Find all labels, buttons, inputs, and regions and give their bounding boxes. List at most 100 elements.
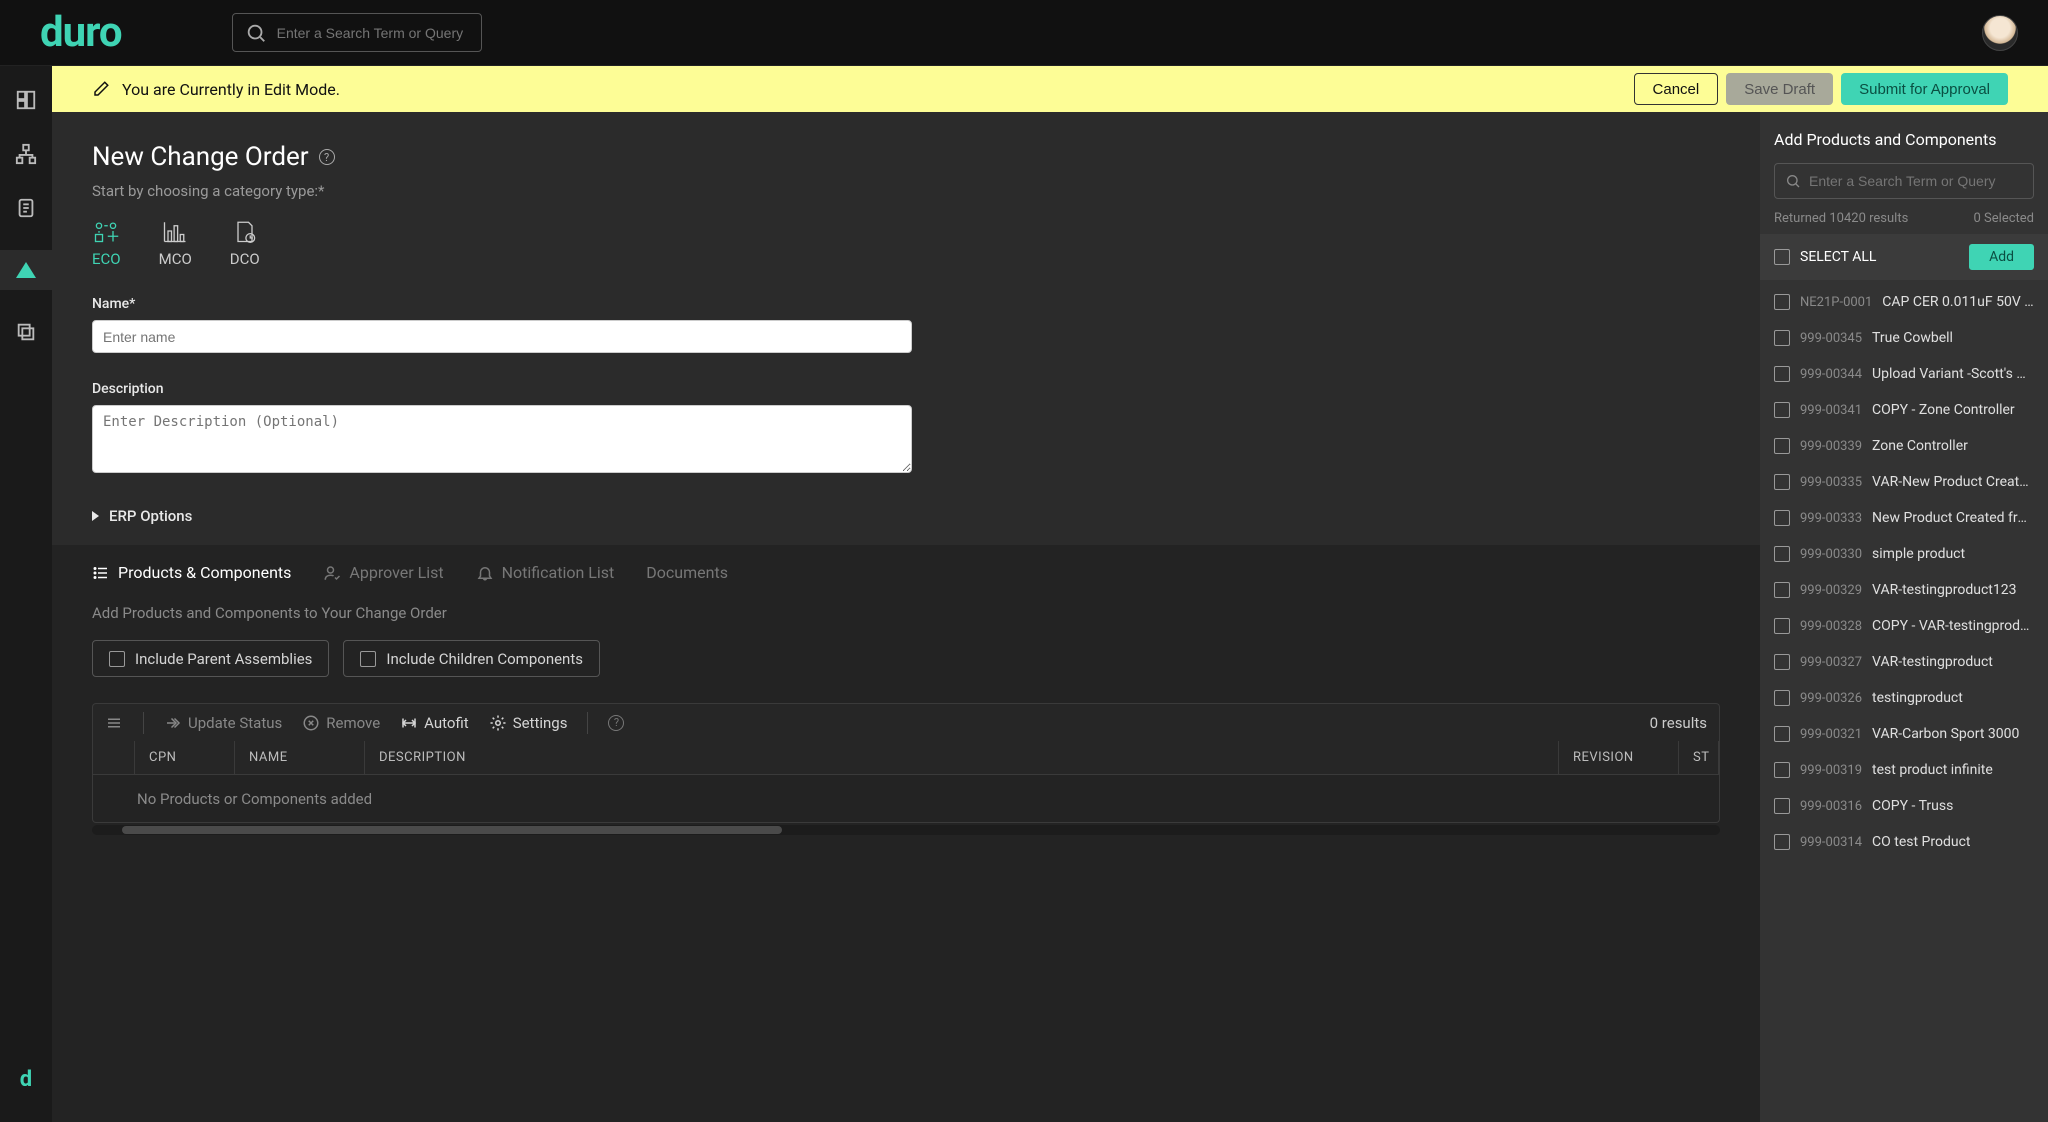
col-revision[interactable]: REVISION	[1559, 741, 1679, 774]
result-checkbox[interactable]	[1774, 762, 1790, 778]
tab-notification-list[interactable]: Notification List	[476, 563, 615, 582]
result-checkbox[interactable]	[1774, 834, 1790, 850]
rp-result-row[interactable]: 999-00328COPY - VAR-testingproduct	[1774, 608, 2034, 644]
category-eco[interactable]: ECO	[92, 218, 121, 268]
horizontal-scrollbar[interactable]	[92, 825, 1720, 835]
col-cpn[interactable]: CPN	[135, 741, 235, 774]
rp-result-row[interactable]: 999-00339Zone Controller	[1774, 428, 2034, 464]
result-checkbox[interactable]	[1774, 366, 1790, 382]
rp-select-all-row: SELECT ALL Add	[1760, 234, 2048, 280]
tab-documents-label: Documents	[646, 563, 728, 582]
avatar[interactable]	[1982, 15, 2018, 51]
grid-help-icon[interactable]: ?	[608, 715, 624, 731]
rp-result-row[interactable]: 999-00316COPY - Truss	[1774, 788, 2034, 824]
rp-result-row[interactable]: 999-00329VAR-testingproduct123	[1774, 572, 2034, 608]
mco-icon	[161, 218, 189, 244]
category-dco[interactable]: DCO	[230, 218, 260, 268]
banner-message: You are Currently in Edit Mode.	[122, 80, 340, 99]
include-children-components[interactable]: Include Children Components	[343, 640, 600, 677]
settings-action[interactable]: Settings	[489, 714, 568, 732]
result-checkbox[interactable]	[1774, 582, 1790, 598]
update-status-action[interactable]: Update Status	[164, 714, 282, 732]
rp-result-row[interactable]: 999-00344Upload Variant -Scott's C…	[1774, 356, 2034, 392]
chip-children-label: Include Children Components	[386, 650, 583, 668]
rp-meta: Returned 10420 results 0 Selected	[1774, 211, 2034, 226]
pencil-icon	[92, 80, 112, 98]
rp-result-row[interactable]: 999-00333New Product Created fro…	[1774, 500, 2034, 536]
include-parent-assemblies[interactable]: Include Parent Assemblies	[92, 640, 329, 677]
search-icon	[245, 22, 267, 44]
result-checkbox[interactable]	[1774, 654, 1790, 670]
rp-result-row[interactable]: 999-00321VAR-Carbon Sport 3000	[1774, 716, 2034, 752]
result-checkbox[interactable]	[1774, 726, 1790, 742]
category-mco[interactable]: MCO	[159, 218, 192, 268]
description-input[interactable]	[92, 405, 912, 473]
rp-result-row[interactable]: 999-00330simple product	[1774, 536, 2034, 572]
global-search[interactable]	[232, 13, 482, 52]
nav-hierarchy-icon[interactable]	[14, 142, 38, 166]
chip-parent-label: Include Parent Assemblies	[135, 650, 312, 668]
page-title: New Change Order	[92, 142, 309, 172]
result-code: 999-00316	[1800, 799, 1862, 814]
rp-result-row[interactable]: 999-00319test product infinite	[1774, 752, 2034, 788]
nav-stack-icon[interactable]	[14, 320, 38, 344]
grid-toolbar: Update Status Remove Autofit Settin	[92, 703, 1720, 741]
rp-search-input[interactable]	[1809, 173, 2023, 189]
nav-changeorder-active[interactable]	[0, 250, 52, 290]
col-description[interactable]: DESCRIPTION	[365, 741, 1559, 774]
col-name[interactable]: NAME	[235, 741, 365, 774]
rp-result-row[interactable]: 999-00335VAR-New Product Create…	[1774, 464, 2034, 500]
rp-result-row[interactable]: 999-00327VAR-testingproduct	[1774, 644, 2034, 680]
result-checkbox[interactable]	[1774, 510, 1790, 526]
result-name: True Cowbell	[1872, 330, 1953, 346]
description-label: Description	[92, 381, 1720, 397]
rp-selected-count: 0 Selected	[1974, 211, 2034, 226]
nav-dashboard-icon[interactable]	[14, 88, 38, 112]
erp-options-toggle[interactable]: ERP Options	[92, 507, 1720, 525]
section-tabs: Products & Components Approver List Noti…	[92, 563, 1720, 582]
list-icon	[92, 564, 110, 582]
nav-document-icon[interactable]	[14, 196, 38, 220]
tab-products-components[interactable]: Products & Components	[92, 563, 291, 582]
name-input[interactable]	[92, 320, 912, 353]
submit-approval-button[interactable]: Submit for Approval	[1841, 73, 2008, 105]
rp-result-row[interactable]: 999-00326testingproduct	[1774, 680, 2034, 716]
grid-header-handle	[93, 741, 135, 774]
scrollbar-thumb[interactable]	[122, 826, 782, 834]
result-code: 999-00330	[1800, 547, 1862, 562]
cancel-button[interactable]: Cancel	[1634, 73, 1719, 105]
tab-approver-list[interactable]: Approver List	[323, 563, 443, 582]
col-status[interactable]: ST	[1679, 741, 1719, 774]
add-products-hint: Add Products and Components to Your Chan…	[92, 604, 1720, 622]
save-draft-button[interactable]: Save Draft	[1726, 73, 1833, 105]
rp-result-row[interactable]: NE21P-0001CAP CER 0.011uF 50V …	[1774, 284, 2034, 320]
result-checkbox[interactable]	[1774, 546, 1790, 562]
autofit-action[interactable]: Autofit	[400, 714, 469, 732]
result-checkbox[interactable]	[1774, 294, 1790, 310]
result-code: 999-00328	[1800, 619, 1862, 634]
rp-result-row[interactable]: 999-00314CO test Product	[1774, 824, 2034, 860]
result-code: 999-00341	[1800, 403, 1862, 418]
result-checkbox[interactable]	[1774, 438, 1790, 454]
result-checkbox[interactable]	[1774, 402, 1790, 418]
rp-result-row[interactable]: 999-00345 True Cowbell	[1774, 320, 2034, 356]
rp-result-row[interactable]: 999-00341COPY - Zone Controller	[1774, 392, 2034, 428]
result-name: VAR-New Product Create…	[1872, 474, 2034, 490]
global-search-input[interactable]	[277, 25, 469, 41]
result-checkbox[interactable]	[1774, 690, 1790, 706]
result-checkbox[interactable]	[1774, 798, 1790, 814]
help-icon[interactable]: ?	[319, 149, 335, 165]
result-code: 999-00345	[1800, 331, 1862, 346]
remove-action[interactable]: Remove	[302, 714, 380, 732]
rp-add-button[interactable]: Add	[1969, 244, 2034, 270]
result-checkbox[interactable]	[1774, 330, 1790, 346]
result-name: Upload Variant -Scott's C…	[1872, 366, 2034, 382]
change-order-form: New Change Order ? Start by choosing a c…	[52, 112, 1760, 545]
menu-icon[interactable]	[105, 714, 123, 732]
tab-documents[interactable]: Documents	[646, 563, 728, 582]
eco-icon	[92, 218, 120, 244]
result-checkbox[interactable]	[1774, 474, 1790, 490]
select-all-checkbox[interactable]	[1774, 249, 1790, 265]
result-checkbox[interactable]	[1774, 618, 1790, 634]
rp-search[interactable]	[1774, 163, 2034, 199]
